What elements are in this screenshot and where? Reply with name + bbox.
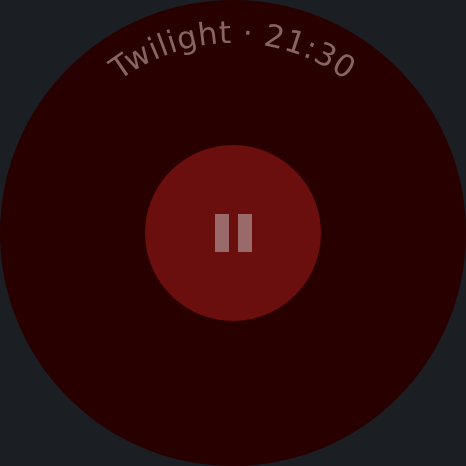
pause-button[interactable] xyxy=(145,145,321,321)
